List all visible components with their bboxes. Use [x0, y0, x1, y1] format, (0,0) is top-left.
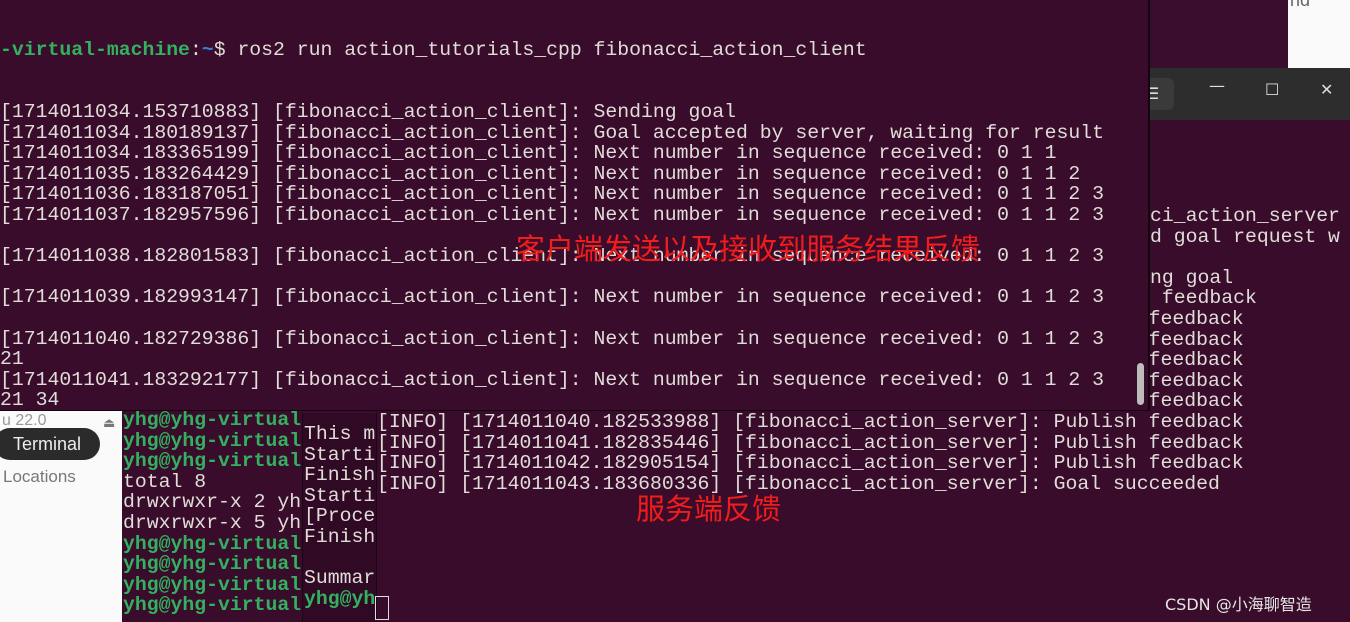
terminal1-line: yhg@yhg-virtual — [123, 450, 302, 473]
server-log-fragment: feedback — [1150, 287, 1257, 310]
server-log-line: [INFO] [1714011041.182835446] [fibonacci… — [377, 431, 1244, 454]
terminal1-line: yhg@yhg-virtual — [123, 410, 302, 431]
scrollbar[interactable] — [1137, 363, 1144, 405]
server-log-line: [INFO] [1714011042.182905154] [fibonacci… — [377, 452, 1244, 475]
terminal2-line: yhg@yh — [304, 587, 376, 610]
prompt-path: ~ — [201, 39, 214, 62]
terminal-2-output: This m Starti Finish Starti [Proce Finish Summ… — [304, 424, 375, 609]
server-terminal-cursor — [375, 596, 389, 620]
server-log-fragment: ci_action_server — [1150, 205, 1340, 227]
background-window-text: nd — [1290, 0, 1311, 10]
terminal1-line: yhg@yhg-virtual — [123, 573, 302, 596]
terminal-window-2[interactable]: This m Starti Finish Starti [Proce Finish Summ… — [302, 413, 377, 622]
terminal2-line: Finish — [304, 464, 376, 487]
terminal2-line: This m — [304, 423, 376, 445]
server-log-line: [INFO] [1714011043.183680336] [fibonacci… — [377, 472, 1220, 495]
terminal1-line: drwxrwxr-x 2 yh — [123, 491, 302, 514]
server-annotation: 服务端反馈 — [636, 492, 782, 526]
client-log-line: 21 34 — [0, 389, 60, 411]
client-annotation: 客户端发送以及接收到服务结果反馈 — [516, 232, 981, 266]
terminal-window-1[interactable]: yhg@yhg-virtual yhg@yhg-virtual yhg@yhg-vi… — [122, 410, 304, 622]
client-log-line: [1714011034.153710883] [fibonacci_action… — [0, 100, 736, 123]
terminal2-line: Starti — [304, 443, 376, 466]
server-log-fragment: d goal request w — [1150, 225, 1340, 248]
client-output: -virtual-machine:~$ ros2 run action_tuto… — [0, 0, 1104, 411]
client-log-line: [1714011040.182729386] [fibonacci_action… — [0, 327, 1104, 350]
eject-icon[interactable]: ⏏ — [103, 415, 115, 431]
terminal1-line: total 8 — [123, 470, 207, 493]
client-log-line: [1714011041.183292177] [fibonacci_action… — [0, 368, 1104, 391]
terminal1-line: yhg@yhg-virtual — [123, 429, 302, 452]
prompt-dollar: $ — [213, 39, 238, 62]
client-log-line: [1714011036.183187051] [fibonacci_action… — [0, 183, 1104, 206]
terminal2-line: Finish — [304, 525, 376, 548]
file-manager-window[interactable]: u 22.0 ⏏ Terminal Locations — [0, 410, 122, 622]
minimize-button[interactable]: — — [1209, 76, 1225, 97]
terminal1-line: drwxrwxr-x 5 yh — [123, 511, 302, 534]
command-line: -virtual-machine:~$ ros2 run action_tuto… — [0, 40, 1104, 61]
server-log-line: [INFO] [1714011040.182533988] [fibonacci… — [377, 410, 1244, 433]
client-terminal-window[interactable]: -virtual-machine:~$ ros2 run action_tuto… — [0, 0, 1150, 411]
close-button[interactable]: ✕ — [1320, 80, 1333, 101]
terminal-1-output: yhg@yhg-virtual yhg@yhg-virtual yhg@yhg-vi… — [123, 410, 301, 616]
sidebar-item-locations[interactable]: Locations — [3, 467, 76, 487]
client-log-line — [0, 267, 1104, 288]
terminal-tooltip: Terminal — [0, 428, 100, 460]
terminal1-line: yhg@yhg-virtual — [123, 553, 302, 576]
client-log-line: 21 — [0, 348, 24, 371]
terminal2-line — [304, 548, 375, 569]
terminal2-line: Starti — [304, 484, 376, 507]
prompt-host: -virtual-machine — [0, 39, 190, 62]
server-log-fragment: ng goal — [1150, 266, 1234, 289]
client-log-line: [1714011037.182957596] [fibonacci_action… — [0, 203, 1104, 226]
client-log-line: [1714011035.183264429] [fibonacci_action… — [0, 162, 1081, 185]
client-log-line: [1714011034.180189137] [fibonacci_action… — [0, 121, 1104, 144]
csdn-watermark: CSDN @小海聊智造 — [1165, 595, 1312, 614]
terminal1-line: yhg@yhg-virtual — [123, 594, 302, 617]
terminal2-line: [Proce — [304, 505, 376, 528]
client-log-line — [0, 308, 1104, 329]
client-log-line: [1714011039.182993147] [fibonacci_action… — [0, 286, 1104, 309]
terminal1-line: yhg@yhg-virtual — [123, 532, 302, 555]
command-text: ros2 run action_tutorials_cpp fibonacci_… — [237, 39, 867, 62]
maximize-button[interactable]: ☐ — [1265, 80, 1279, 101]
background-window: nd — [1288, 0, 1350, 68]
prompt-colon: : — [189, 39, 202, 62]
terminal2-line: Summar — [304, 567, 376, 590]
client-log-line: [1714011034.183365199] [fibonacci_action… — [0, 142, 1057, 165]
